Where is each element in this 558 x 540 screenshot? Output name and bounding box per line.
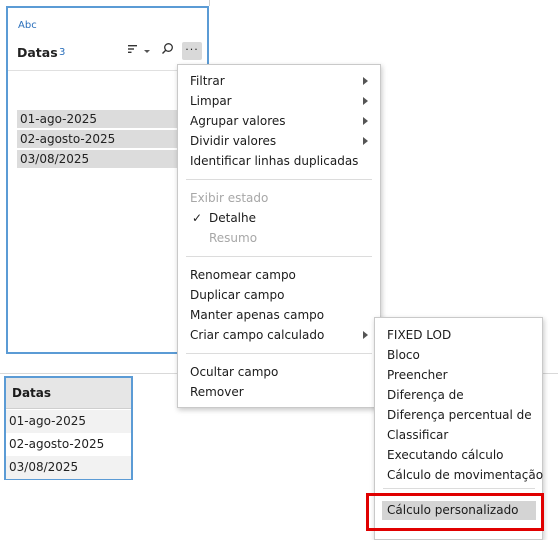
menu-item-label: Remover <box>190 385 244 399</box>
menu-item-duplicar-campo[interactable]: Duplicar campo <box>178 285 380 305</box>
submenu-item-classificar[interactable]: Classificar <box>375 425 542 445</box>
menu-header-exibir-estado: Exibir estado <box>190 191 269 205</box>
search-icon[interactable] <box>158 42 176 60</box>
submenu-item-bloco[interactable]: Bloco <box>375 345 542 365</box>
menu-item-identificar-duplicadas[interactable]: Identificar linhas duplicadas <box>178 151 380 171</box>
check-icon: ✓ <box>192 211 203 225</box>
menu-item-resumo: Resumo <box>209 231 258 245</box>
submenu-arrow-icon <box>363 117 368 125</box>
grid-cell[interactable]: 02-agosto-2025 <box>6 433 131 456</box>
field-name: Datas <box>17 45 58 60</box>
grid-cell[interactable]: 03/08/2025 <box>6 456 131 479</box>
menu-item-criar-campo-calculado[interactable]: Criar campo calculado <box>178 325 380 345</box>
submenu-arrow-icon <box>363 97 368 105</box>
dropdown-arrow-icon[interactable] <box>142 42 152 60</box>
menu-item-renomear-campo[interactable]: Renomear campo <box>178 265 380 285</box>
sort-icon[interactable] <box>124 42 142 60</box>
pane-divider <box>209 0 210 6</box>
menu-item-label: Filtrar <box>190 74 225 88</box>
submenu-arrow-icon <box>363 137 368 145</box>
data-type-label[interactable]: Abc <box>18 20 37 31</box>
submenu-item-preencher[interactable]: Preencher <box>375 365 542 385</box>
menu-item-label: Criar campo calculado <box>190 328 325 342</box>
menu-divider <box>186 256 372 257</box>
menu-item-remover[interactable]: Remover <box>178 382 380 402</box>
menu-item-label: Identificar linhas duplicadas <box>190 154 359 168</box>
menu-divider <box>186 179 372 180</box>
menu-item-agrupar-valores[interactable]: Agrupar valores <box>178 111 380 131</box>
menu-item-label: Detalhe <box>209 211 257 225</box>
menu-divider <box>186 353 372 354</box>
menu-item-label: Renomear campo <box>190 268 296 282</box>
value-row[interactable]: 01-ago-2025 <box>17 110 185 128</box>
submenu-item-executando-calculo[interactable]: Executando cálculo <box>375 445 542 465</box>
submenu-arrow-icon <box>363 331 368 339</box>
context-menu[interactable]: Filtrar Limpar Agrupar valores Dividir v… <box>177 64 381 408</box>
menu-item-label: Duplicar campo <box>190 288 285 302</box>
menu-item-label: Agrupar valores <box>190 114 286 128</box>
menu-item-label: Dividir valores <box>190 134 277 148</box>
data-grid[interactable]: Datas 01-ago-2025 02-agosto-2025 03/08/2… <box>4 376 133 480</box>
submenu-item-calculo-movimentacao[interactable]: Cálculo de movimentação <box>375 465 543 485</box>
submenu-item-fixed-lod[interactable]: FIXED LOD <box>375 325 542 345</box>
menu-item-manter-apenas-campo[interactable]: Manter apenas campo <box>178 305 380 325</box>
menu-item-label: Ocultar campo <box>190 365 279 379</box>
value-count: 3 <box>59 47 66 58</box>
menu-item-label: Limpar <box>190 94 232 108</box>
menu-item-filtrar[interactable]: Filtrar <box>178 71 380 91</box>
value-row[interactable]: 03/08/2025 <box>17 150 185 168</box>
submenu-item-diferenca-de[interactable]: Diferença de <box>375 385 542 405</box>
menu-item-label: Manter apenas campo <box>190 308 325 322</box>
menu-item-limpar[interactable]: Limpar <box>178 91 380 111</box>
grid-cell[interactable]: 01-ago-2025 <box>6 410 131 433</box>
submenu-divider <box>383 488 535 489</box>
menu-item-ocultar-campo[interactable]: Ocultar campo <box>178 362 380 382</box>
menu-item-detalhe[interactable]: ✓ Detalhe <box>178 208 380 228</box>
menu-item-dividir-valores[interactable]: Dividir valores <box>178 131 380 151</box>
grid-column-header[interactable]: Datas <box>6 378 131 409</box>
more-options-icon[interactable]: ··· <box>182 42 202 60</box>
value-row[interactable]: 02-agosto-2025 <box>17 130 185 148</box>
submenu-item-diferenca-percentual[interactable]: Diferença percentual de <box>375 405 542 425</box>
submenu-arrow-icon <box>363 77 368 85</box>
highlight-annotation <box>366 493 544 531</box>
